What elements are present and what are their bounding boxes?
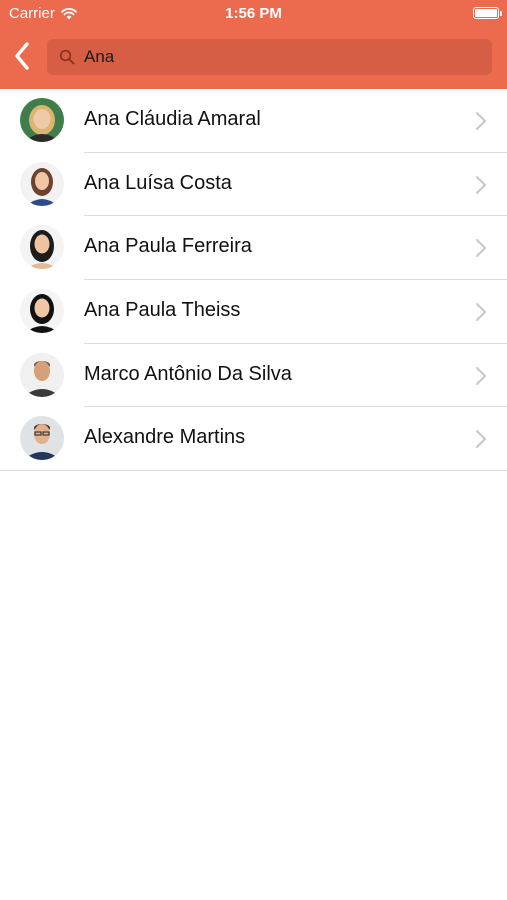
list-item[interactable]: Ana Cláudia Amaral (0, 89, 507, 153)
status-time: 1:56 PM (225, 5, 282, 22)
results-list: Ana Cláudia Amaral Ana Luísa Costa Ana P… (0, 89, 507, 472)
list-item[interactable]: Marco Antônio Da Silva (0, 344, 507, 408)
contact-name: Ana Cláudia Amaral (84, 108, 261, 130)
chevron-right-icon (476, 366, 486, 385)
contact-name: Marco Antônio Da Silva (84, 362, 292, 385)
battery-icon (473, 7, 502, 19)
chevron-right-icon (476, 175, 486, 194)
row-separator (0, 470, 507, 472)
chevron-right-icon (476, 430, 486, 449)
avatar (20, 416, 64, 461)
list-item[interactable]: Ana Luísa Costa (0, 153, 507, 217)
navigation-bar: Carrier 1:56 PM (0, 0, 507, 89)
list-item[interactable]: Ana Paula Theiss (0, 280, 507, 344)
chevron-right-icon (476, 112, 486, 130)
avatar (20, 161, 64, 206)
avatar (20, 98, 64, 142)
search-icon (58, 48, 76, 66)
contact-name: Ana Paula Ferreira (84, 235, 252, 258)
contact-name: Alexandre Martins (84, 426, 246, 449)
search-bar[interactable] (47, 39, 492, 75)
chevron-right-icon (476, 303, 486, 322)
avatar (20, 225, 64, 270)
list-item[interactable]: Alexandre Martins (0, 407, 507, 472)
chevron-left-icon (15, 42, 29, 70)
back-button[interactable] (6, 38, 38, 74)
list-item[interactable]: Ana Paula Ferreira (0, 216, 507, 281)
status-bar: Carrier 1:56 PM (0, 0, 507, 28)
contact-name: Ana Paula Theiss (84, 299, 241, 322)
avatar (20, 352, 64, 397)
chevron-right-icon (476, 239, 486, 258)
avatar (20, 289, 64, 334)
contact-name: Ana Luísa Costa (84, 171, 232, 194)
search-input[interactable] (84, 47, 474, 67)
